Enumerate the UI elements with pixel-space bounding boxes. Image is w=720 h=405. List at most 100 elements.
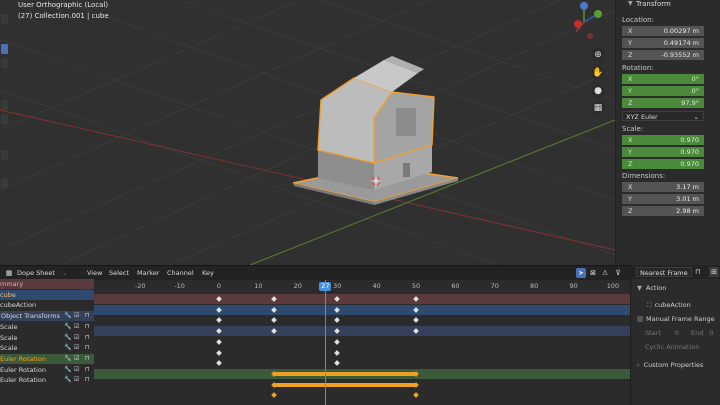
snap-magnet-icon[interactable]: ⊓ [695, 267, 705, 277]
menu-view[interactable]: View [87, 269, 102, 277]
wrench-icon[interactable]: 🔧 [64, 322, 71, 332]
wrench-icon[interactable]: 🔧 [64, 311, 71, 321]
editor-type-icon[interactable]: ▦ [4, 268, 14, 278]
lock-icon[interactable]: ⊓ [85, 322, 90, 332]
checkbox-icon[interactable]: ☑ [74, 375, 79, 385]
checkbox-icon[interactable]: ☑ [74, 311, 79, 321]
channel-label: cubeAction [0, 301, 37, 310]
scale-x-field[interactable]: X 0.970 [622, 135, 704, 146]
dimensions-y-field[interactable]: Y 3.01 m [622, 194, 704, 205]
playhead[interactable] [325, 280, 327, 405]
channel-row[interactable]: Euler Rotation 🔧 ☑ ⊓ [0, 353, 94, 364]
editor-mode-select[interactable]: Dope Sheet [17, 269, 55, 277]
keyframe-hold-bar[interactable] [274, 382, 416, 387]
dimensions-x-field[interactable]: X 3.17 m [622, 182, 704, 193]
rotation-z-field[interactable]: Z 97.9° [622, 98, 704, 109]
camera-icon[interactable]: ● [591, 84, 605, 98]
custom-properties-header[interactable]: › Custom Properties [637, 361, 703, 369]
channel-row[interactable]: Scale 🔧 ☑ ⊓ [0, 343, 94, 354]
viewport-info: User Orthographic (Local) (27) Collectio… [18, 0, 109, 22]
gizmo-z-icon [580, 2, 588, 10]
channel-row[interactable]: cubeAction [0, 300, 94, 311]
checkbox-icon[interactable]: ☑ [74, 354, 79, 364]
navigation-gizmo[interactable] [570, 0, 610, 44]
lock-icon[interactable]: ⊓ [85, 311, 90, 321]
frame-ruler[interactable]: -20 -10 0 10 20 30 40 50 60 70 80 90 100 [94, 280, 630, 292]
errors-icon[interactable]: ⚠ [600, 268, 610, 278]
tool-cursor[interactable] [1, 44, 8, 54]
mode-dropdown-icon[interactable]: ⌄ [62, 269, 67, 277]
manual-frame-range-checkbox[interactable]: Manual Frame Range [637, 315, 715, 323]
menu-channel[interactable]: Channel [167, 269, 194, 277]
channel-row[interactable]: cube [0, 289, 94, 300]
wrench-icon[interactable]: 🔧 [64, 365, 71, 375]
cyclic-animation-checkbox: Cyclic Animation [645, 343, 700, 351]
lock-icon[interactable]: ⊓ [85, 375, 90, 385]
expand-arrow-icon: › [637, 361, 640, 369]
lock-icon[interactable]: ⊓ [85, 343, 90, 353]
channel-label: Object Transforms [1, 312, 60, 321]
collapse-arrow-icon: ▼ [637, 284, 642, 292]
pan-hand-icon[interactable]: ✋ [591, 66, 605, 80]
scale-z-field[interactable]: Z 0.970 [622, 159, 704, 170]
3d-viewport[interactable]: User Orthographic (Local) (27) Collectio… [0, 0, 615, 265]
snap-mode-select[interactable]: Nearest Frame [636, 267, 692, 277]
checkbox-icon[interactable]: ☑ [74, 365, 79, 375]
channel-label: Euler Rotation [0, 365, 46, 374]
rotation-y-field[interactable]: Y 0° [622, 86, 704, 97]
rotation-mode-select[interactable]: XYZ Euler ⌄ [622, 111, 704, 121]
tool-rotate[interactable] [1, 100, 8, 110]
dimensions-z-field[interactable]: Z 2.98 m [622, 206, 704, 217]
viewport-grid [0, 0, 615, 265]
keyframe-hold-bar[interactable] [274, 371, 416, 376]
menu-key[interactable]: Key [202, 269, 214, 277]
transform-title: Transform [636, 0, 671, 8]
toolbar [0, 0, 9, 265]
show-hidden-icon[interactable]: ⊠ [588, 268, 598, 278]
wrench-icon[interactable]: 🔧 [64, 375, 71, 385]
tool-move[interactable] [1, 58, 8, 68]
rotation-x-field[interactable]: X 0° [622, 74, 704, 85]
channel-row[interactable]: Scale 🔧 ☑ ⊓ [0, 321, 94, 332]
timeline-row [94, 390, 630, 401]
channel-row[interactable]: Euler Rotation 🔧 ☑ ⊓ [0, 364, 94, 375]
location-y-field[interactable]: Y 0.49174 m [622, 38, 704, 49]
timeline-row [94, 315, 630, 326]
action-panel-header[interactable]: ▼ Action [637, 284, 666, 292]
filter-icon[interactable]: ⊽ [613, 268, 623, 278]
channel-label: mmary [0, 280, 24, 288]
grid-toggle-icon[interactable]: ▦ [591, 101, 605, 115]
channel-row[interactable]: Object Transforms 🔧 ☑ ⊓ [0, 311, 94, 322]
checkbox-icon[interactable]: ☑ [74, 322, 79, 332]
tool-scale[interactable] [1, 114, 8, 124]
checkbox-icon[interactable]: ☑ [74, 343, 79, 353]
collection-text: (27) Collection.001 | cube [18, 12, 109, 20]
scale-y-field[interactable]: Y 0.970 [622, 147, 704, 158]
channel-row[interactable]: mmary [0, 279, 94, 289]
action-name-field[interactable]: ⛶ cubeAction [647, 301, 691, 310]
location-z-field[interactable]: Z -0.93552 m [622, 50, 704, 61]
menu-select[interactable]: Select [109, 269, 129, 277]
tool-select[interactable] [1, 14, 8, 24]
wrench-icon[interactable]: 🔧 [64, 333, 71, 343]
lock-icon[interactable]: ⊓ [85, 365, 90, 375]
channel-row[interactable]: Euler Rotation 🔧 ☑ ⊓ [0, 375, 94, 386]
current-frame-indicator[interactable]: 27 [319, 282, 332, 291]
timeline-area[interactable]: -20 -10 0 10 20 30 40 50 60 70 80 90 100 27 [94, 280, 630, 405]
wrench-icon[interactable]: 🔧 [64, 354, 71, 364]
wrench-icon[interactable]: 🔧 [64, 343, 71, 353]
keying-icon[interactable]: ⊞ [709, 267, 719, 277]
lock-icon[interactable]: ⊓ [85, 333, 90, 343]
checkbox-icon[interactable]: ☑ [74, 333, 79, 343]
ruler-tick: -10 [174, 282, 185, 290]
channel-row[interactable]: Scale 🔧 ☑ ⊓ [0, 332, 94, 343]
transform-header[interactable]: ▼ Transform [626, 0, 711, 9]
tool-annotate[interactable] [1, 178, 8, 188]
menu-marker[interactable]: Marker [137, 269, 159, 277]
zoom-icon[interactable]: ⊕ [591, 48, 605, 62]
channel-label: Euler Rotation [0, 376, 46, 385]
only-selected-icon[interactable]: ➤ [576, 268, 586, 278]
location-x-field[interactable]: X 0.00297 m [622, 26, 704, 37]
lock-icon[interactable]: ⊓ [85, 354, 90, 364]
tool-transform[interactable] [1, 150, 8, 160]
